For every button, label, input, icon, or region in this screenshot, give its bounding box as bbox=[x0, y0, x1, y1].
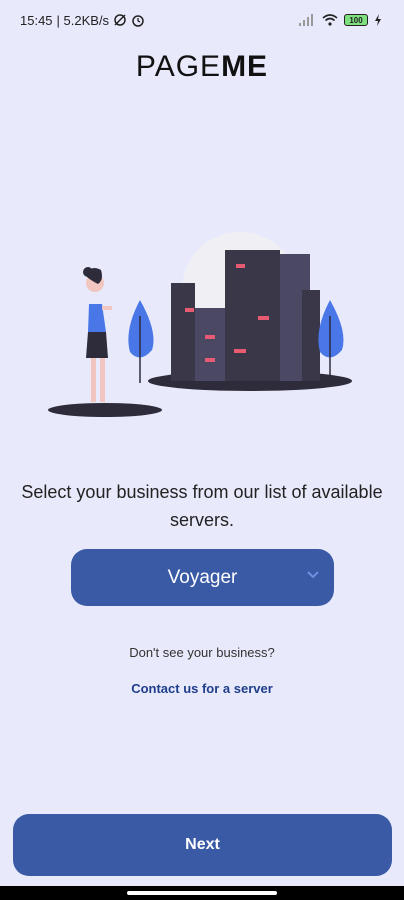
home-handle[interactable] bbox=[127, 891, 277, 895]
navigation-bar bbox=[0, 886, 404, 900]
next-button[interactable]: Next bbox=[13, 814, 392, 876]
missing-business-question: Don't see your business? bbox=[129, 645, 275, 660]
logo-part-me: ME bbox=[221, 50, 269, 83]
contact-server-link[interactable]: Contact us for a server bbox=[0, 681, 404, 696]
alarm-icon bbox=[132, 15, 144, 27]
logo-part-page: PAGE bbox=[135, 50, 222, 83]
person-city-illustration bbox=[48, 232, 352, 417]
do-not-disturb-icon bbox=[114, 14, 126, 26]
server-select-value: Voyager bbox=[167, 566, 238, 588]
server-select[interactable]: Voyager bbox=[71, 549, 334, 606]
status-time: 15:45 bbox=[20, 12, 53, 28]
status-bar: 15:45 | 5.2KB/s 100 bbox=[0, 0, 404, 40]
status-network-speed: | 5.2KB/s bbox=[56, 12, 110, 28]
signal-icon bbox=[299, 14, 313, 26]
battery-icon: 100 bbox=[344, 14, 368, 26]
charging-icon bbox=[375, 14, 381, 26]
select-business-prompt: Select your business from our list of av… bbox=[21, 482, 383, 530]
chevron-down-icon bbox=[307, 571, 319, 579]
wifi-icon bbox=[322, 14, 338, 26]
app-logo: PAGEME bbox=[0, 50, 404, 84]
